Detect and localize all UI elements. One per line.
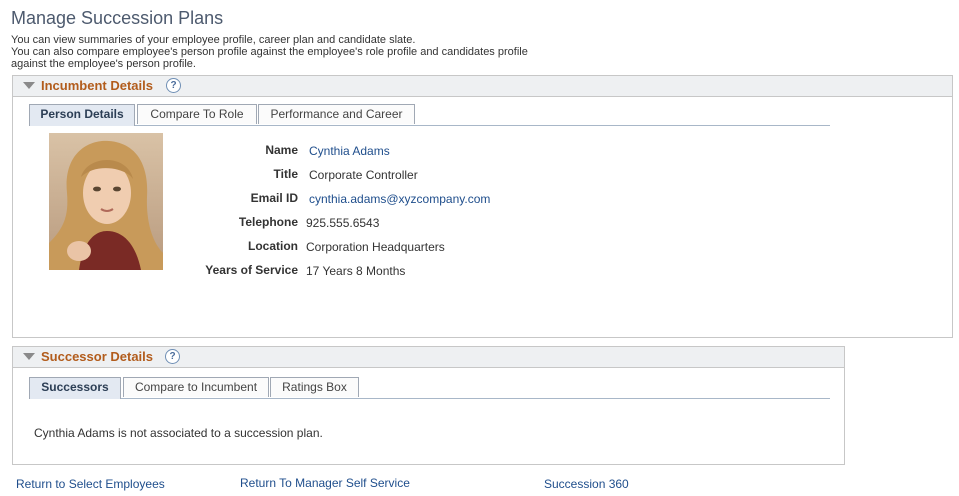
return-to-manager-self-service-link[interactable]: Return To Manager Self Service	[240, 476, 410, 490]
tab-compare-to-incumbent[interactable]: Compare to Incumbent	[123, 377, 269, 397]
successor-message: Cynthia Adams is not associated to a suc…	[34, 426, 323, 440]
succession-360-link[interactable]: Succession 360	[544, 477, 629, 491]
collapse-triangle-icon[interactable]	[23, 353, 35, 360]
name-label: Name	[265, 143, 298, 157]
tab-performance-and-career[interactable]: Performance and Career	[258, 104, 415, 124]
title-value: Corporate Controller	[309, 168, 418, 182]
name-value[interactable]: Cynthia Adams	[309, 144, 390, 158]
email-label: Email ID	[250, 191, 298, 205]
location-value: Corporation Headquarters	[306, 240, 445, 254]
page-instructions: You can view summaries of your employee …	[11, 34, 528, 70]
title-label: Title	[273, 167, 298, 181]
telephone-value: 925.555.6543	[306, 216, 380, 230]
employee-photo	[49, 133, 163, 270]
incumbent-tabs: Person Details Compare To Role Performan…	[29, 104, 830, 126]
incumbent-details-header[interactable]: Incumbent Details ?	[13, 76, 952, 97]
incumbent-details-title: Incumbent Details	[41, 78, 153, 93]
telephone-label: Telephone	[238, 215, 298, 229]
page-title: Manage Succession Plans	[11, 8, 224, 28]
tab-compare-to-role[interactable]: Compare To Role	[137, 104, 257, 124]
successor-tabs: Successors Compare to Incumbent Ratings …	[29, 377, 830, 399]
help-icon[interactable]: ?	[166, 78, 181, 93]
help-icon[interactable]: ?	[165, 349, 180, 364]
collapse-triangle-icon[interactable]	[23, 82, 35, 89]
location-label: Location	[248, 239, 298, 253]
instruction-line: against the employee's person profile.	[11, 58, 196, 70]
years-of-service-value: 17 Years 8 Months	[306, 264, 406, 278]
instruction-line: You can view summaries of your employee …	[11, 34, 416, 46]
instruction-line: You can also compare employee's person p…	[11, 46, 528, 58]
return-to-select-employees-link[interactable]: Return to Select Employees	[16, 477, 165, 491]
successor-details-panel: Successor Details ? Successors Compare t…	[12, 346, 845, 465]
successor-details-header[interactable]: Successor Details ?	[13, 347, 844, 368]
tab-person-details[interactable]: Person Details	[29, 104, 135, 126]
incumbent-details-panel: Incumbent Details ? Person Details Compa…	[12, 75, 953, 338]
years-of-service-label: Years of Service	[205, 263, 298, 277]
tab-successors[interactable]: Successors	[29, 377, 121, 399]
tab-ratings-box[interactable]: Ratings Box	[270, 377, 359, 397]
successor-details-title: Successor Details	[41, 349, 154, 364]
email-value[interactable]: cynthia.adams@xyzcompany.com	[309, 192, 490, 206]
